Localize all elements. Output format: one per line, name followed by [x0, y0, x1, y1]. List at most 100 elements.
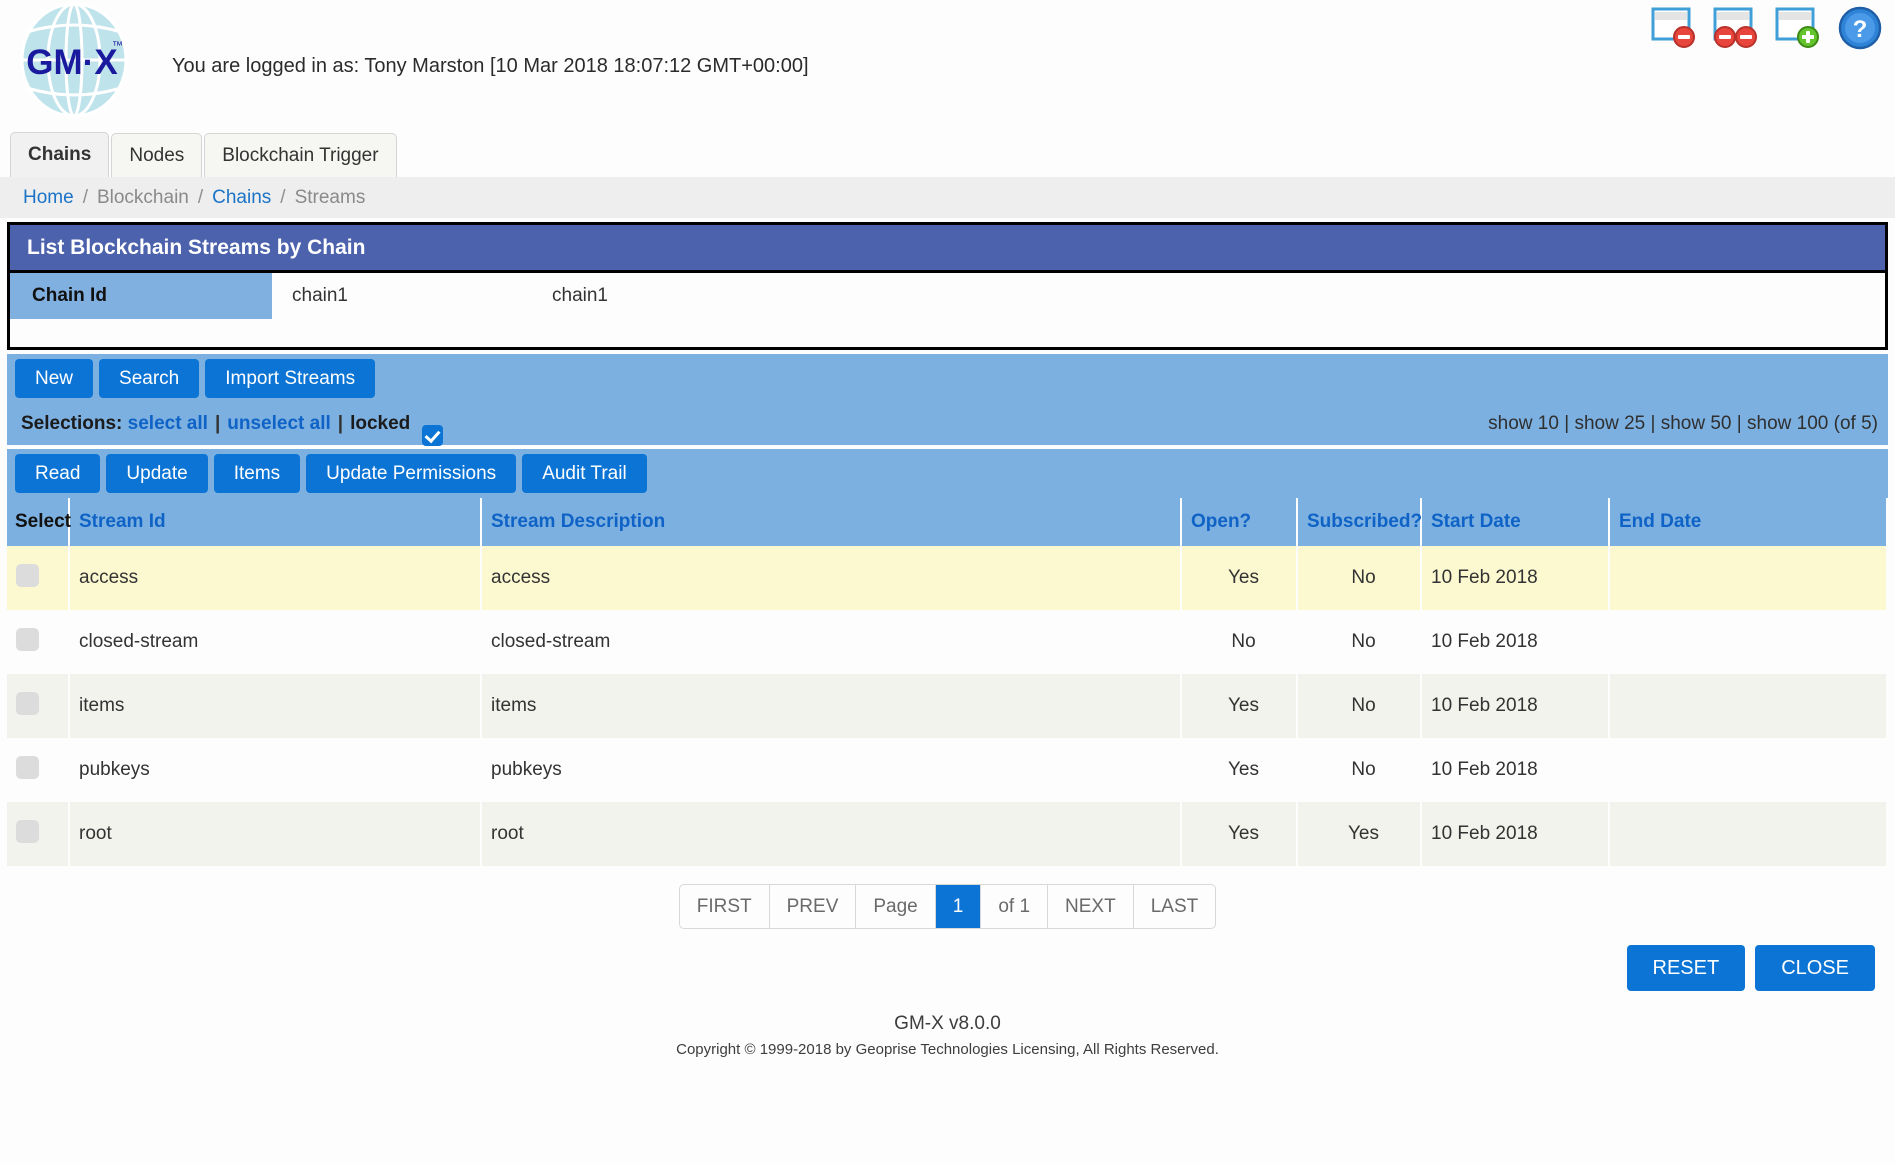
chain-id-label: Chain Id	[10, 273, 272, 319]
row-checkbox[interactable]	[16, 627, 39, 651]
cell-stream-description: access	[481, 546, 1182, 610]
table-row[interactable]: root root Yes Yes 10 Feb 2018	[7, 802, 1888, 866]
show-count-controls: show 10 | show 25 | show 50 | show 100 (…	[1488, 413, 1878, 435]
row-select-cell	[7, 610, 70, 674]
column-header-stream-id[interactable]: Stream Id	[69, 498, 482, 546]
table-header-row: Select Stream Id Stream Description Open…	[7, 498, 1888, 546]
table-row[interactable]: pubkeys pubkeys Yes No 10 Feb 2018	[7, 738, 1888, 802]
cell-end-date	[1609, 546, 1888, 610]
cell-stream-id: items	[69, 674, 482, 738]
pagination-first[interactable]: FIRST	[680, 885, 770, 928]
selections-bar: Selections: select all | unselect all | …	[7, 403, 1888, 446]
streams-table-wrapper: Select Stream Id Stream Description Open…	[7, 498, 1888, 866]
pagination-prev[interactable]: PREV	[770, 885, 857, 928]
tab-blockchain-trigger-label: Blockchain Trigger	[222, 144, 379, 166]
tab-nodes[interactable]: Nodes	[111, 133, 203, 177]
cell-start-date: 10 Feb 2018	[1421, 610, 1610, 674]
locked-checkbox[interactable]	[422, 424, 444, 446]
cell-open: Yes	[1181, 674, 1298, 738]
column-header-subscribed[interactable]: Subscribed?	[1297, 498, 1422, 546]
update-permissions-button[interactable]: Update Permissions	[306, 454, 517, 493]
cell-end-date	[1609, 802, 1888, 866]
row-select-cell	[7, 738, 70, 802]
select-all-link[interactable]: select all	[128, 413, 208, 435]
cell-end-date	[1609, 674, 1888, 738]
streams-table: Select Stream Id Stream Description Open…	[7, 498, 1888, 866]
breadcrumb-item-home[interactable]: Home	[23, 187, 74, 209]
column-header-start-date[interactable]: Start Date	[1421, 498, 1610, 546]
streams-table-body: access access Yes No 10 Feb 2018 closed-strea…	[7, 546, 1888, 866]
new-window-icon[interactable]	[1775, 6, 1821, 50]
column-header-stream-description[interactable]: Stream Description	[481, 498, 1182, 546]
tab-nodes-label: Nodes	[129, 144, 185, 166]
cell-open: No	[1181, 610, 1298, 674]
row-checkbox[interactable]	[16, 691, 39, 715]
cell-stream-id: root	[69, 802, 482, 866]
audit-trail-button[interactable]: Audit Trail	[522, 454, 647, 493]
chain-id-description: chain1	[552, 285, 608, 306]
cell-stream-description: closed-stream	[481, 610, 1182, 674]
record-count: (of 5)	[1833, 413, 1878, 434]
items-button[interactable]: Items	[213, 454, 301, 493]
pagination-last[interactable]: LAST	[1134, 885, 1216, 928]
page-header: GM·X ™ You are logged in as: Tony Marsto…	[0, 0, 1895, 132]
show-50-link[interactable]: show 50	[1661, 413, 1732, 434]
row-checkbox[interactable]	[16, 563, 39, 587]
cell-open: Yes	[1181, 546, 1298, 610]
table-row[interactable]: closed-stream closed-stream No No 10 Feb 201…	[7, 610, 1888, 674]
import-streams-button[interactable]: Import Streams	[205, 359, 376, 398]
chain-id-value: chain1	[292, 285, 348, 306]
tab-blockchain-trigger[interactable]: Blockchain Trigger	[204, 133, 397, 177]
panel-spacer	[10, 319, 1885, 347]
cell-open: Yes	[1181, 738, 1298, 802]
breadcrumb-separator: /	[197, 186, 204, 208]
read-button[interactable]: Read	[15, 454, 101, 493]
unselect-all-link[interactable]: unselect all	[227, 413, 331, 435]
help-icon[interactable]: ?	[1837, 6, 1883, 50]
cell-start-date: 10 Feb 2018	[1421, 674, 1610, 738]
locked-label: locked	[350, 413, 411, 434]
footer-button-group: RESET CLOSE	[0, 939, 1895, 991]
breadcrumb-item-chains[interactable]: Chains	[212, 187, 271, 209]
tab-chains[interactable]: Chains	[10, 132, 110, 177]
row-checkbox[interactable]	[16, 819, 39, 843]
breadcrumb: Home / Blockchain / Chains / Streams	[0, 177, 1895, 218]
cell-start-date: 10 Feb 2018	[1421, 546, 1610, 610]
show-100-link[interactable]: show 100	[1747, 413, 1828, 434]
close-button[interactable]: CLOSE	[1755, 945, 1875, 991]
svg-text:™: ™	[112, 40, 123, 52]
table-row[interactable]: access access Yes No 10 Feb 2018	[7, 546, 1888, 610]
pagination-current-page[interactable]: 1	[935, 885, 982, 928]
cell-stream-description: pubkeys	[481, 738, 1182, 802]
copyright-notice: Copyright © 1999-2018 by Geoprise Techno…	[676, 1041, 1219, 1058]
close-window-icon[interactable]	[1651, 6, 1697, 50]
show-25-link[interactable]: show 25	[1574, 413, 1645, 434]
column-header-open[interactable]: Open?	[1181, 498, 1298, 546]
reset-button[interactable]: RESET	[1626, 945, 1746, 991]
cell-stream-description: root	[481, 802, 1182, 866]
svg-text:?: ?	[1853, 16, 1868, 43]
tab-bar: Chains Nodes Blockchain Trigger	[0, 132, 1895, 177]
pagination-next[interactable]: NEXT	[1048, 885, 1134, 928]
row-checkbox[interactable]	[16, 755, 39, 779]
row-select-cell	[7, 546, 70, 610]
table-row[interactable]: items items Yes No 10 Feb 2018	[7, 674, 1888, 738]
breadcrumb-item-blockchain: Blockchain	[96, 186, 189, 208]
cell-subscribed: Yes	[1297, 802, 1422, 866]
row-select-cell	[7, 674, 70, 738]
update-button[interactable]: Update	[106, 454, 208, 493]
page-footer: GM-X v8.0.0 Copyright © 1999-2018 by Geo…	[0, 991, 1895, 1058]
show-10-link[interactable]: show 10	[1488, 413, 1559, 434]
cell-end-date	[1609, 738, 1888, 802]
main-panel: List Blockchain Streams by Chain Chain I…	[7, 222, 1888, 350]
new-button[interactable]: New	[15, 359, 94, 398]
cell-open: Yes	[1181, 802, 1298, 866]
column-header-end-date[interactable]: End Date	[1609, 498, 1888, 546]
close-all-windows-icon[interactable]	[1713, 6, 1759, 50]
selections-divider: |	[214, 413, 221, 434]
selections-divider: |	[337, 413, 344, 434]
search-button[interactable]: Search	[99, 359, 200, 398]
cell-subscribed: No	[1297, 610, 1422, 674]
cell-subscribed: No	[1297, 674, 1422, 738]
svg-text:GM·X: GM·X	[26, 43, 118, 82]
